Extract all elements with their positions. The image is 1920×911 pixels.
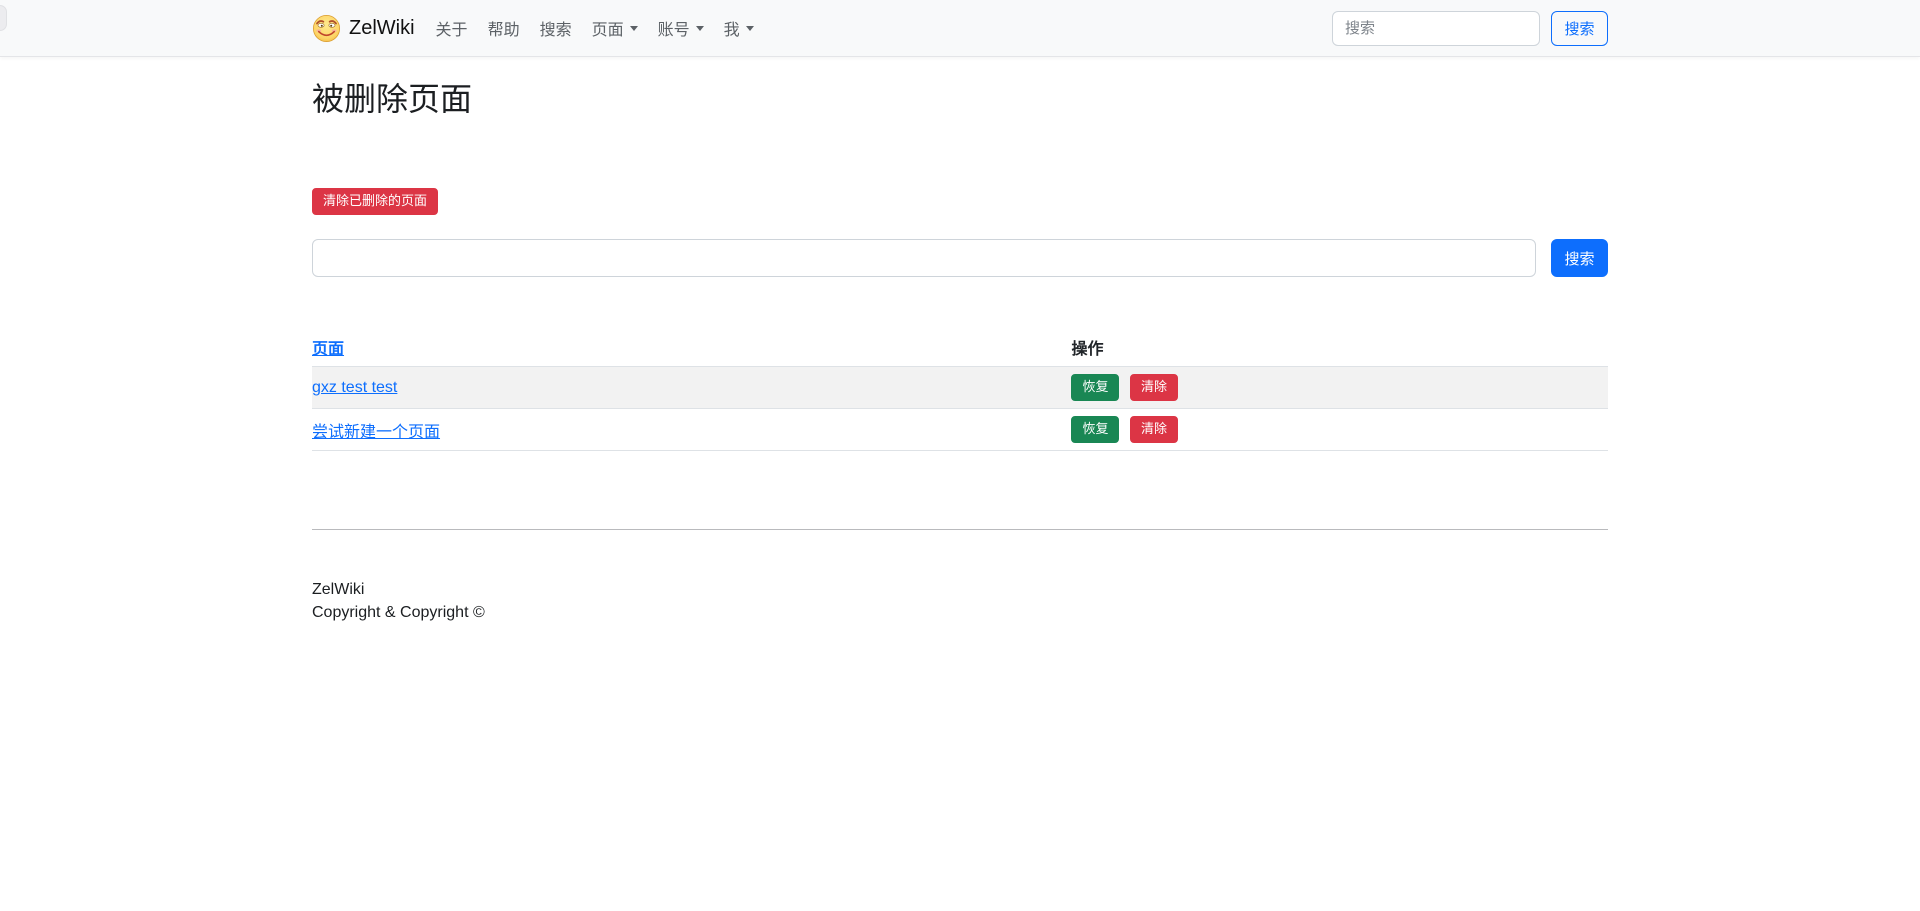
page-filter-search-button[interactable]: 搜索 — [1551, 239, 1608, 277]
page-title: 被删除页面 — [312, 80, 1608, 118]
nav-dropdown-account-label: 账号 — [658, 16, 690, 40]
huaji-smiley-logo-icon — [312, 14, 341, 43]
footer-brand: ZelWiki — [312, 578, 1608, 601]
nav-dropdown-me-label: 我 — [724, 16, 740, 40]
page-filter-form: 搜索 — [312, 239, 1608, 277]
column-header-page-sort-link[interactable]: 页面 — [312, 341, 344, 358]
caret-down-icon — [746, 26, 754, 31]
main-content: 被删除页面 清除已删除的页面 搜索 页面 操作 gxz test test 恢复 — [300, 80, 1620, 624]
nav-item-search[interactable]: 搜索 — [530, 8, 582, 48]
top-navbar: ZelWiki 关于 帮助 搜索 页面 账号 我 搜索 — [0, 0, 1920, 57]
table-header-row: 页面 操作 — [312, 328, 1608, 367]
nav-dropdown-pages[interactable]: 页面 — [582, 8, 648, 48]
navbar-search-form: 搜索 — [1332, 11, 1608, 46]
page-footer: ZelWiki Copyright & Copyright © — [312, 578, 1608, 624]
restore-button[interactable]: 恢复 — [1071, 416, 1119, 443]
deleted-page-link[interactable]: gxz test test — [312, 379, 397, 396]
purge-button[interactable]: 清除 — [1130, 374, 1178, 401]
caret-down-icon — [630, 26, 638, 31]
browser-edge-artifact — [0, 5, 7, 31]
nav-dropdown-pages-label: 页面 — [592, 16, 624, 40]
navbar-search-button[interactable]: 搜索 — [1551, 11, 1608, 46]
main-nav: 关于 帮助 搜索 页面 账号 我 — [426, 8, 764, 48]
caret-down-icon — [696, 26, 704, 31]
column-header-actions: 操作 — [1071, 328, 1608, 367]
brand-link[interactable]: ZelWiki — [312, 14, 415, 43]
deleted-page-link[interactable]: 尝试新建一个页面 — [312, 424, 440, 441]
deleted-pages-table: 页面 操作 gxz test test 恢复 清除 尝试新建一个页面 — [312, 328, 1608, 451]
nav-item-about[interactable]: 关于 — [426, 8, 478, 48]
footer-copyright: Copyright & Copyright © — [312, 601, 1608, 624]
table-row: 尝试新建一个页面 恢复 清除 — [312, 409, 1608, 451]
nav-item-help[interactable]: 帮助 — [478, 8, 530, 48]
nav-dropdown-account[interactable]: 账号 — [648, 8, 714, 48]
nav-dropdown-me[interactable]: 我 — [714, 8, 764, 48]
purge-all-deleted-button[interactable]: 清除已删除的页面 — [312, 188, 438, 215]
table-row: gxz test test 恢复 清除 — [312, 367, 1608, 409]
purge-button[interactable]: 清除 — [1130, 416, 1178, 443]
navbar-search-input[interactable] — [1332, 11, 1540, 46]
brand-label: ZelWiki — [349, 17, 415, 40]
restore-button[interactable]: 恢复 — [1071, 374, 1119, 401]
page-filter-input[interactable] — [312, 239, 1536, 277]
footer-divider — [312, 529, 1608, 530]
